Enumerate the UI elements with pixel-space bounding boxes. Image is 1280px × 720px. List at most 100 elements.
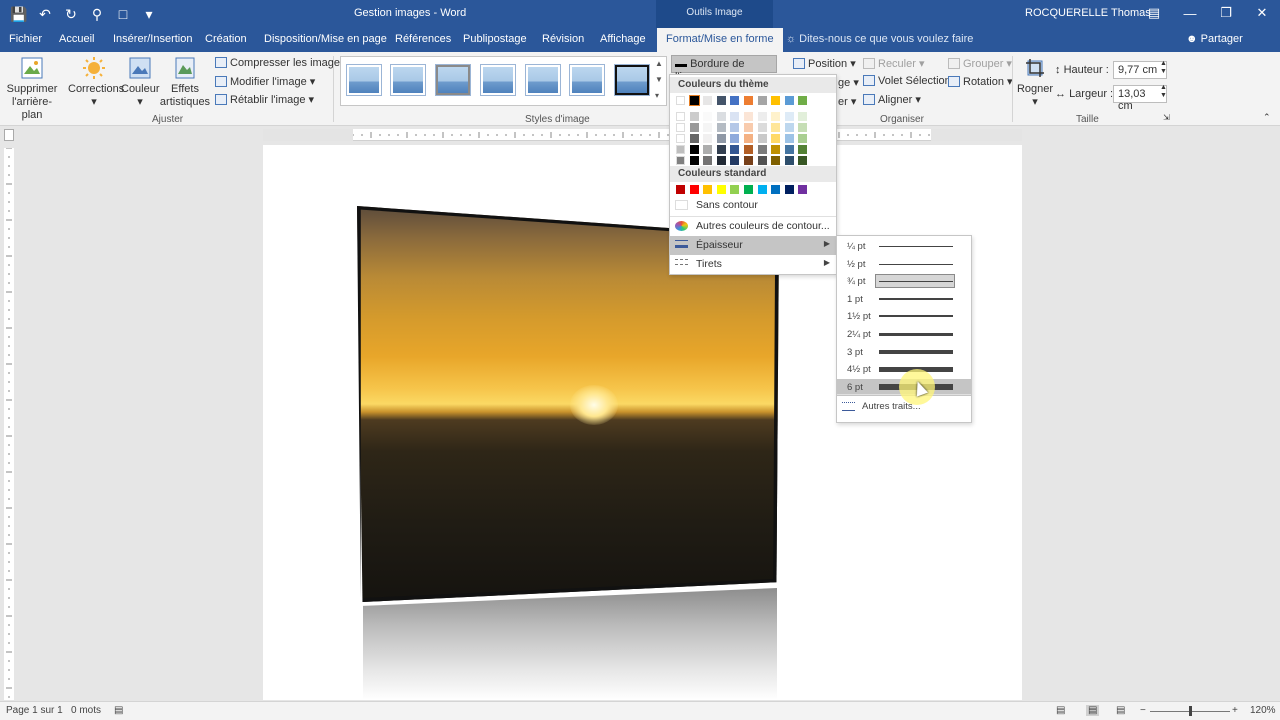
theme-color-swatch[interactable] (703, 96, 713, 105)
theme-color-swatch[interactable] (744, 96, 753, 105)
artistic-effects-button[interactable]: Effets artistiques (158, 56, 212, 109)
theme-color-swatch[interactable] (784, 156, 794, 165)
remove-background-button[interactable]: Supprimer l'arrière-plan (4, 56, 60, 122)
send-backward-button[interactable]: er ▾ (838, 95, 856, 108)
theme-color-swatch[interactable] (730, 112, 740, 121)
wrap-text-button[interactable]: ge ▾ (838, 76, 859, 89)
theme-color-swatch[interactable] (689, 123, 699, 132)
theme-color-swatch[interactable] (771, 145, 781, 154)
theme-color-swatch[interactable] (703, 112, 713, 121)
standard-color-swatch[interactable] (730, 185, 740, 194)
theme-color-swatch[interactable] (798, 112, 808, 121)
theme-color-swatch[interactable] (730, 156, 740, 165)
collapse-ribbon-icon[interactable]: ⌃ (1263, 112, 1271, 123)
theme-color-swatch[interactable] (689, 145, 699, 154)
undo-icon[interactable]: ↶ (34, 4, 56, 24)
minimize-icon[interactable]: — (1172, 0, 1208, 26)
picture-style-thumbnail[interactable] (391, 65, 425, 95)
gallery-scroll-up-icon[interactable]: ▲ (655, 59, 663, 68)
picture-style-thumbnail[interactable] (615, 65, 649, 95)
zoom-level[interactable]: 120% (1250, 705, 1276, 716)
weight-option[interactable]: ¾ pt (837, 273, 971, 290)
theme-color-swatch[interactable] (784, 123, 794, 132)
weight-option[interactable]: 1½ pt (837, 308, 971, 325)
theme-color-swatch[interactable] (716, 156, 726, 165)
theme-color-swatch[interactable] (716, 134, 726, 143)
tab-references[interactable]: Références (395, 33, 451, 45)
standard-color-swatch[interactable] (716, 185, 726, 194)
tab-inserer[interactable]: Insérer/Insertion (113, 33, 192, 45)
theme-color-swatch[interactable] (771, 96, 781, 105)
weight-option[interactable]: 1 pt (837, 291, 971, 308)
picture-style-thumbnail[interactable] (347, 65, 381, 95)
standard-color-swatch[interactable] (798, 185, 808, 194)
theme-color-swatch[interactable] (676, 134, 685, 143)
theme-color-swatch[interactable] (716, 96, 726, 105)
theme-color-swatch[interactable] (689, 134, 699, 143)
theme-color-swatch[interactable] (757, 134, 767, 143)
width-input[interactable]: 13,03 cm (1113, 85, 1167, 112)
print-preview-icon[interactable]: ⚲ (86, 4, 108, 24)
print-layout-icon[interactable]: ▤ (1086, 705, 1100, 716)
theme-color-swatch[interactable] (744, 123, 753, 132)
tab-disposition[interactable]: Disposition/Mise en page (264, 33, 387, 45)
theme-color-swatch[interactable] (757, 96, 767, 105)
zoom-slider-thumb[interactable] (1189, 706, 1192, 716)
reset-picture-button[interactable]: Rétablir l'image ▾ (215, 93, 314, 106)
horizontal-ruler[interactable] (262, 129, 1022, 141)
crop-button[interactable]: Rogner ▾ (1016, 56, 1054, 109)
theme-color-swatch[interactable] (744, 145, 753, 154)
rotate-button[interactable]: Rotation ▾ (948, 75, 1013, 88)
web-layout-icon[interactable]: ▤ (1116, 705, 1125, 716)
theme-color-swatch[interactable] (798, 145, 808, 154)
standard-color-swatch[interactable] (757, 185, 767, 194)
picture-style-thumbnail[interactable] (481, 65, 515, 95)
gallery-scroll-down-icon[interactable]: ▼ (655, 75, 663, 84)
ribbon-display-options-icon[interactable]: ▤ (1136, 0, 1172, 26)
theme-color-swatch[interactable] (716, 112, 726, 121)
share-button[interactable]: ☻ Partager (1186, 33, 1243, 45)
tab-accueil[interactable]: Accueil (59, 33, 94, 45)
standard-color-swatch[interactable] (689, 185, 699, 194)
vertical-ruler[interactable] (4, 147, 14, 700)
theme-color-swatch[interactable] (730, 123, 740, 132)
theme-color-swatch[interactable] (771, 123, 781, 132)
customize-qat-icon[interactable]: ▾ (138, 4, 160, 24)
standard-color-swatch[interactable] (676, 185, 685, 194)
theme-color-swatch[interactable] (798, 156, 808, 165)
theme-color-swatch[interactable] (757, 123, 767, 132)
picture-style-thumbnail[interactable] (436, 65, 470, 95)
dialog-launcher-icon[interactable]: ⇲ (1163, 113, 1170, 122)
theme-color-swatch[interactable] (744, 156, 753, 165)
theme-color-swatch[interactable] (730, 145, 740, 154)
theme-color-swatch[interactable] (744, 112, 753, 121)
tell-me-search[interactable]: ☼ Dites-nous ce que vous voulez faire (786, 33, 973, 45)
page-count[interactable]: Page 1 sur 1 (6, 705, 63, 716)
weight-item[interactable]: Épaisseur ▶ (670, 236, 836, 255)
dashes-item[interactable]: Tirets ▶ (670, 255, 836, 274)
no-outline-item[interactable]: Sans contour (670, 196, 836, 215)
theme-color-swatch[interactable] (730, 96, 740, 105)
height-spinner-icon[interactable]: ▲ ▼ (1160, 60, 1167, 76)
picture-style-thumbnail[interactable] (570, 65, 604, 95)
theme-color-swatch[interactable] (716, 123, 726, 132)
theme-color-swatch[interactable] (703, 123, 713, 132)
theme-color-swatch[interactable] (676, 156, 685, 165)
theme-color-swatch[interactable] (703, 145, 713, 154)
new-document-icon[interactable]: □ (112, 4, 134, 24)
tab-publipostage[interactable]: Publipostage (463, 33, 527, 45)
theme-color-swatch[interactable] (688, 95, 700, 106)
weight-option[interactable]: ½ pt (837, 256, 971, 273)
theme-color-swatch[interactable] (689, 156, 699, 165)
corrections-button[interactable]: Corrections ▾ (68, 56, 124, 109)
tab-revision[interactable]: Révision (542, 33, 584, 45)
theme-color-swatch[interactable] (716, 145, 726, 154)
width-spinner-icon[interactable]: ▲ ▼ (1160, 84, 1167, 100)
theme-color-swatch[interactable] (798, 134, 808, 143)
theme-color-swatch[interactable] (771, 156, 781, 165)
tab-affichage[interactable]: Affichage (600, 33, 646, 45)
tab-format[interactable]: Format/Mise en forme (657, 28, 783, 52)
theme-color-swatch[interactable] (784, 112, 794, 121)
gallery-more-icon[interactable]: ▾ (655, 91, 659, 100)
standard-color-swatch[interactable] (784, 185, 794, 194)
